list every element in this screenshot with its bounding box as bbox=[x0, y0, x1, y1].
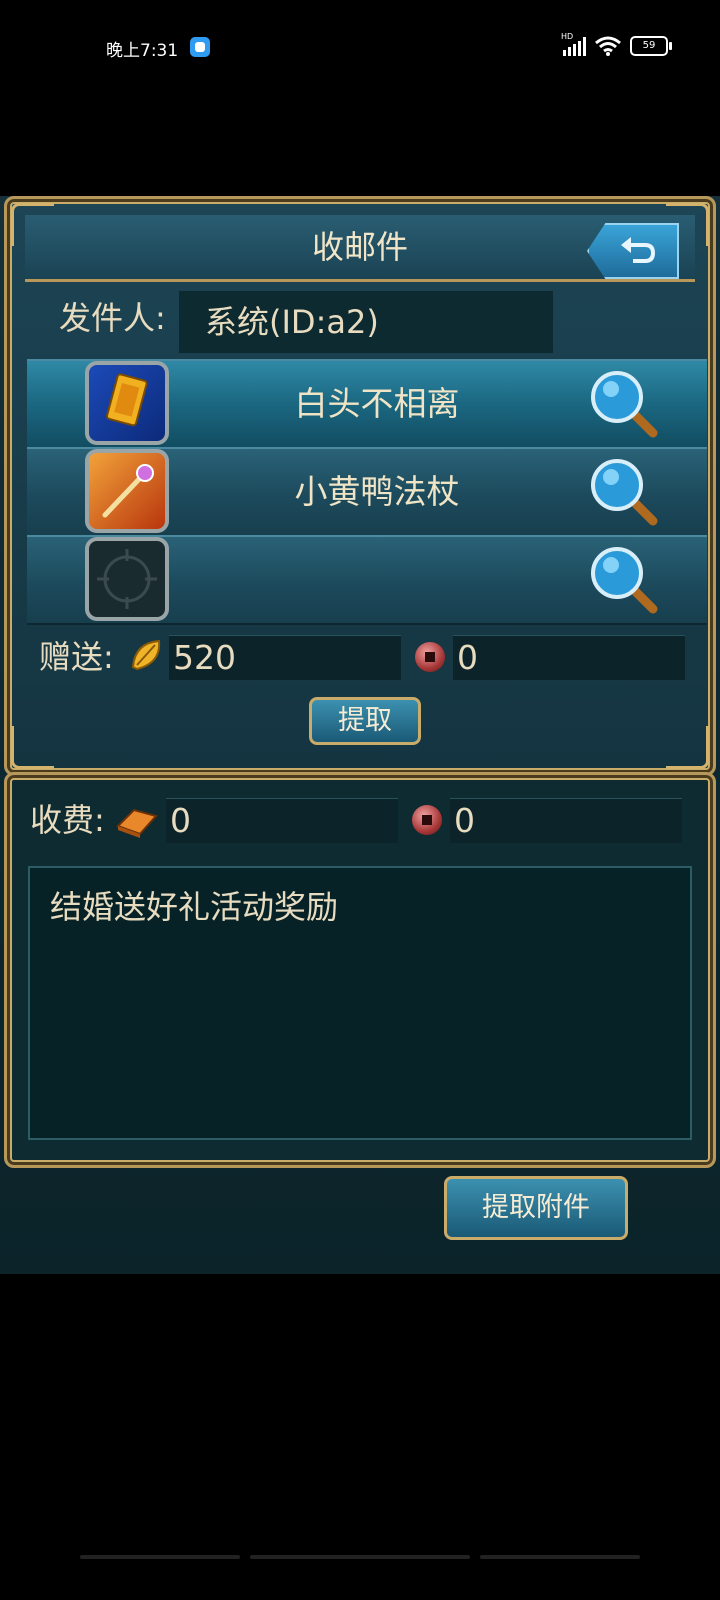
extract-attachments-button[interactable]: 提取附件 bbox=[444, 1176, 628, 1240]
message-body: 结婚送好礼活动奖励 bbox=[28, 866, 692, 1140]
wifi-icon bbox=[595, 36, 621, 56]
fee-label: 收费: bbox=[30, 801, 105, 839]
attachment-row-2[interactable]: 小黄鸭法杖 bbox=[27, 447, 707, 537]
mail-panel: 收邮件 发件人: 系统(ID:a2) 白头不相离 小黄鸭法杖 赠送: 520 0… bbox=[4, 196, 716, 776]
signal-icon: HD bbox=[561, 32, 586, 56]
magnifier-icon[interactable] bbox=[587, 455, 661, 529]
extract-button[interactable]: 提取 bbox=[309, 697, 421, 745]
status-bar: 晚上7:31 HD 59 bbox=[0, 0, 720, 96]
gift-label: 赠送: bbox=[39, 638, 114, 676]
gesture-bar bbox=[80, 1555, 640, 1559]
attachment-row-3[interactable] bbox=[27, 535, 707, 625]
copper-coin-icon bbox=[415, 642, 445, 672]
fee-coin-value: 0 bbox=[454, 801, 475, 840]
attachment-row-1[interactable]: 白头不相离 bbox=[27, 359, 707, 449]
app-notification-icon bbox=[190, 37, 210, 57]
title-bar: 收邮件 bbox=[25, 215, 695, 282]
magnifier-icon[interactable] bbox=[587, 543, 661, 617]
fee-gold-value: 0 bbox=[170, 801, 191, 840]
attachment-name: 白头不相离 bbox=[294, 384, 460, 423]
status-time: 晚上7:31 bbox=[106, 41, 179, 61]
gold-bar-icon bbox=[116, 808, 158, 838]
sender-field: 系统(ID:a2) bbox=[179, 291, 553, 353]
magnifier-icon[interactable] bbox=[587, 367, 661, 441]
sender-label: 发件人: bbox=[59, 299, 166, 337]
back-button[interactable] bbox=[587, 223, 679, 279]
game-screen: 收邮件 发件人: 系统(ID:a2) 白头不相离 小黄鸭法杖 赠送: 520 0… bbox=[0, 196, 720, 1274]
gift-coin-field: 0 bbox=[453, 635, 685, 680]
gift-gold-value: 520 bbox=[173, 638, 236, 677]
gold-leaf-icon bbox=[131, 639, 161, 671]
back-arrow-icon bbox=[621, 237, 656, 263]
empty-slot-icon[interactable] bbox=[85, 537, 169, 621]
fee-gold-field: 0 bbox=[166, 798, 398, 843]
copper-coin-icon bbox=[412, 805, 442, 835]
fee-coin-field: 0 bbox=[450, 798, 682, 843]
gift-coin-value: 0 bbox=[457, 638, 478, 677]
attachment-name: 小黄鸭法杖 bbox=[294, 472, 460, 511]
duck-staff-icon[interactable] bbox=[85, 449, 169, 533]
love-card-icon[interactable] bbox=[85, 361, 169, 445]
gift-gold-field: 520 bbox=[169, 635, 401, 680]
battery-icon: 59 bbox=[630, 36, 672, 56]
message-text: 结婚送好礼活动奖励 bbox=[50, 888, 339, 926]
sender-value: 系统(ID:a2) bbox=[205, 303, 379, 341]
